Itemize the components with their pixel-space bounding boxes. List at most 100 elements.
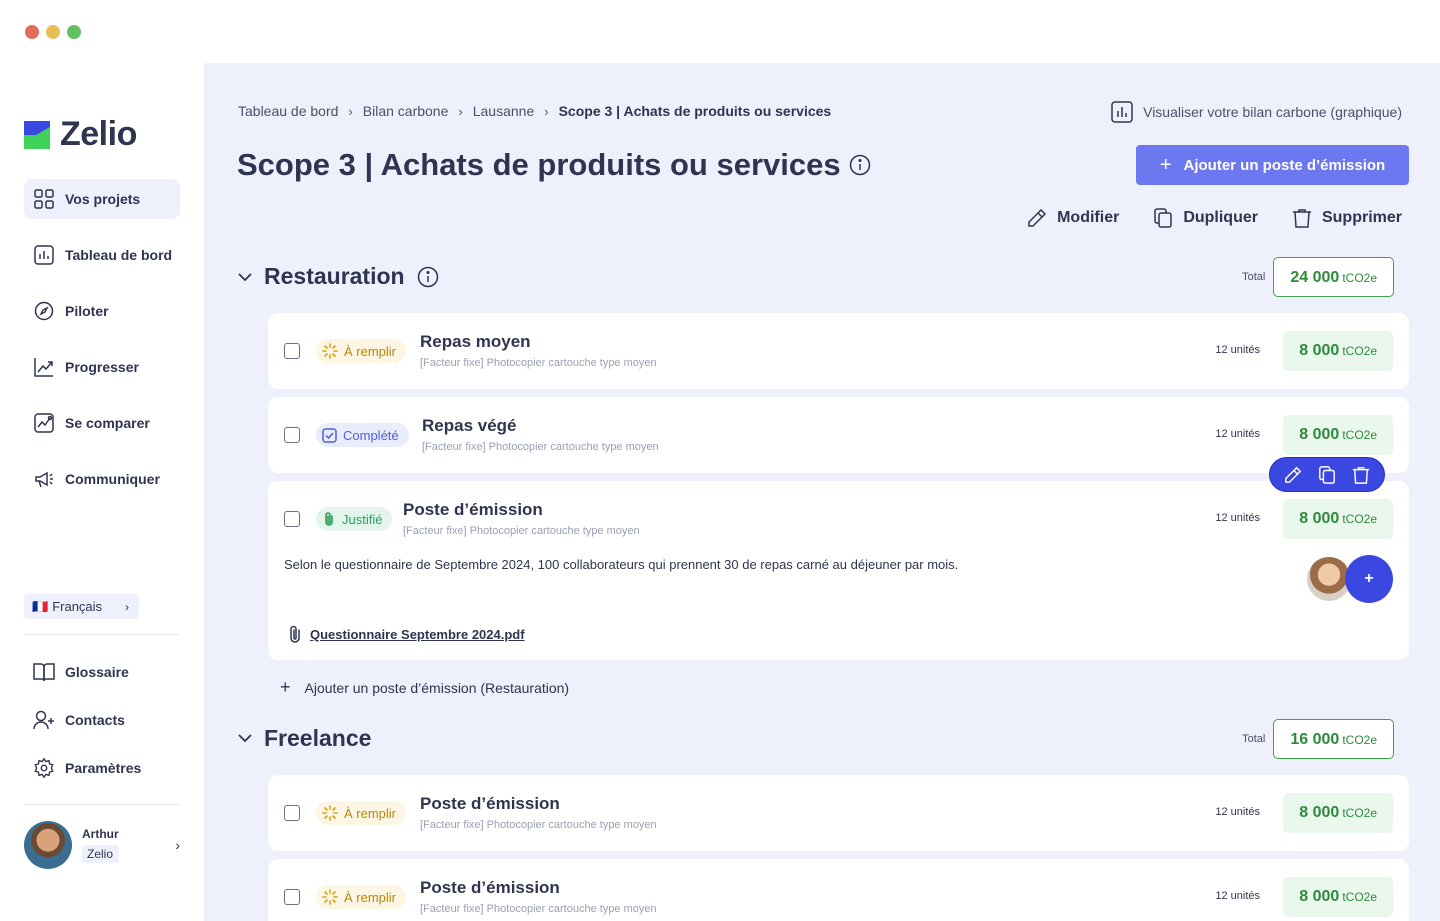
user-meta: Arthur Zelio [82, 827, 119, 863]
user-menu[interactable]: Arthur Zelio › [24, 820, 180, 870]
breadcrumb-item[interactable]: Tableau de bord [238, 103, 338, 119]
breadcrumb: Tableau de bord › Bilan carbone › Lausan… [238, 103, 831, 119]
divider [24, 804, 180, 805]
visualize-chart-link[interactable]: Visualiser votre bilan carbone (graphiqu… [1111, 101, 1402, 123]
emission-row[interactable]: À remplir Poste d’émission [Facteur fixe… [268, 775, 1409, 851]
emission-row-expanded[interactable]: Justifié Poste d’émission [Facteur fixe]… [268, 481, 1409, 660]
nav-item-label: Glossaire [65, 664, 129, 680]
row-subtitle: [Facteur fixe] Photocopier cartouche typ… [403, 525, 640, 537]
nav-item-tableau-de-bord[interactable]: Tableau de bord [24, 235, 180, 275]
nav-item-label: Tableau de bord [65, 247, 172, 263]
chevron-right-icon: › [348, 104, 352, 119]
nav-item-contacts[interactable]: Contacts [24, 700, 180, 740]
window-controls [25, 25, 81, 39]
row-checkbox[interactable] [284, 343, 300, 359]
delete-button[interactable]: Supprimer [1292, 208, 1402, 228]
maximize-window-dot[interactable] [67, 25, 81, 39]
chevron-down-icon[interactable] [238, 269, 252, 285]
nav-item-label: Piloter [65, 303, 109, 319]
nav-item-glossaire[interactable]: Glossaire [24, 652, 180, 692]
section-header-freelance[interactable]: Freelance [238, 725, 371, 752]
pencil-icon[interactable] [1284, 466, 1302, 484]
edit-label: Modifier [1057, 209, 1119, 227]
main-content: Tableau de bord › Bilan carbone › Lausan… [204, 63, 1440, 921]
row-checkbox[interactable] [284, 805, 300, 821]
trash-icon[interactable] [1352, 466, 1370, 484]
breadcrumb-item[interactable]: Lausanne [473, 103, 535, 119]
total-value: 24 000 [1290, 258, 1339, 298]
add-emission-button[interactable]: + Ajouter un poste d’émission [1136, 145, 1409, 185]
row-checkbox[interactable] [284, 889, 300, 905]
trash-icon [1292, 208, 1312, 228]
copy-icon[interactable] [1318, 466, 1336, 484]
row-action-toolbar [1269, 457, 1385, 492]
row-title: Poste d’émission [420, 794, 560, 814]
row-value: 8 000 [1299, 877, 1339, 917]
chevron-down-icon[interactable] [238, 730, 252, 748]
emission-row[interactable]: Complété Repas végé [Facteur fixe] Photo… [268, 397, 1409, 473]
add-emission-label: Ajouter un poste d’émission [1184, 157, 1386, 174]
divider [24, 634, 180, 635]
main-nav: Vos projets Tableau de bord Piloter Prog… [24, 179, 180, 515]
section-header-restauration[interactable]: Restauration [238, 263, 439, 290]
user-plus-icon [33, 709, 55, 731]
nav-item-progresser[interactable]: Progresser [24, 347, 180, 387]
nav-item-vos-projets[interactable]: Vos projets [24, 179, 180, 219]
user-name: Arthur [82, 827, 119, 841]
row-units: 12 unités [1215, 890, 1260, 902]
row-checkbox[interactable] [284, 427, 300, 443]
nav-item-label: Se comparer [65, 415, 150, 431]
row-checkbox[interactable] [284, 511, 300, 527]
row-units: 12 unités [1215, 806, 1260, 818]
delete-label: Supprimer [1322, 209, 1402, 227]
nav-item-parametres[interactable]: Paramètres [24, 748, 180, 788]
row-value-box: 8 000 tCO2e [1283, 499, 1393, 539]
add-person-button[interactable]: + [1345, 555, 1393, 603]
plus-icon: + [280, 677, 291, 698]
compass-icon [33, 300, 55, 322]
row-value-box: 8 000 tCO2e [1283, 793, 1393, 833]
info-icon[interactable] [849, 154, 871, 176]
minimize-window-dot[interactable] [46, 25, 60, 39]
page-actions: Modifier Dupliquer Supprimer [1027, 208, 1402, 228]
status-badge: Justifié [316, 507, 392, 531]
row-title: Poste d’émission [403, 500, 543, 520]
emission-row[interactable]: À remplir Repas moyen [Facteur fixe] Pho… [268, 313, 1409, 389]
status-label: Justifié [342, 512, 382, 527]
check-square-icon [322, 428, 337, 443]
language-selector[interactable]: 🇫🇷 Français › [24, 594, 139, 619]
row-subtitle: [Facteur fixe] Photocopier cartouche typ… [420, 357, 657, 369]
paperclip-icon [322, 511, 336, 527]
attachment-link[interactable]: Questionnaire Septembre 2024.pdf [288, 624, 525, 644]
row-unit: tCO2e [1342, 331, 1377, 371]
paperclip-icon [288, 624, 302, 644]
loading-icon [322, 805, 338, 821]
bar-chart-icon [33, 244, 55, 266]
row-subtitle: [Facteur fixe] Photocopier cartouche typ… [420, 819, 657, 831]
status-label: Complété [343, 428, 399, 443]
breadcrumb-item[interactable]: Bilan carbone [363, 103, 449, 119]
grid-icon [33, 188, 55, 210]
row-value: 8 000 [1299, 331, 1339, 371]
total-value-box: 24 000 tCO2e [1273, 257, 1394, 297]
brand-logo[interactable]: Zelio [24, 115, 137, 154]
row-value-box: 8 000 tCO2e [1283, 415, 1393, 455]
info-icon[interactable] [417, 266, 439, 288]
row-unit: tCO2e [1342, 415, 1377, 455]
nav-item-label: Contacts [65, 712, 125, 728]
status-label: À remplir [344, 806, 396, 821]
nav-item-se-comparer[interactable]: Se comparer [24, 403, 180, 443]
nav-item-label: Paramètres [65, 760, 141, 776]
nav-item-piloter[interactable]: Piloter [24, 291, 180, 331]
loading-icon [322, 889, 338, 905]
add-emission-restauration-link[interactable]: + Ajouter un poste d’émission (Restaurat… [280, 677, 569, 698]
duplicate-button[interactable]: Dupliquer [1153, 208, 1258, 228]
row-title: Repas végé [422, 416, 517, 436]
edit-button[interactable]: Modifier [1027, 208, 1119, 228]
nav-item-communiquer[interactable]: Communiquer [24, 459, 180, 499]
close-window-dot[interactable] [25, 25, 39, 39]
emission-row[interactable]: À remplir Poste d’émission [Facteur fixe… [268, 859, 1409, 921]
plus-icon: + [1160, 154, 1172, 177]
secondary-nav: Glossaire Contacts Paramètres [24, 652, 180, 796]
row-value: 8 000 [1299, 793, 1339, 833]
